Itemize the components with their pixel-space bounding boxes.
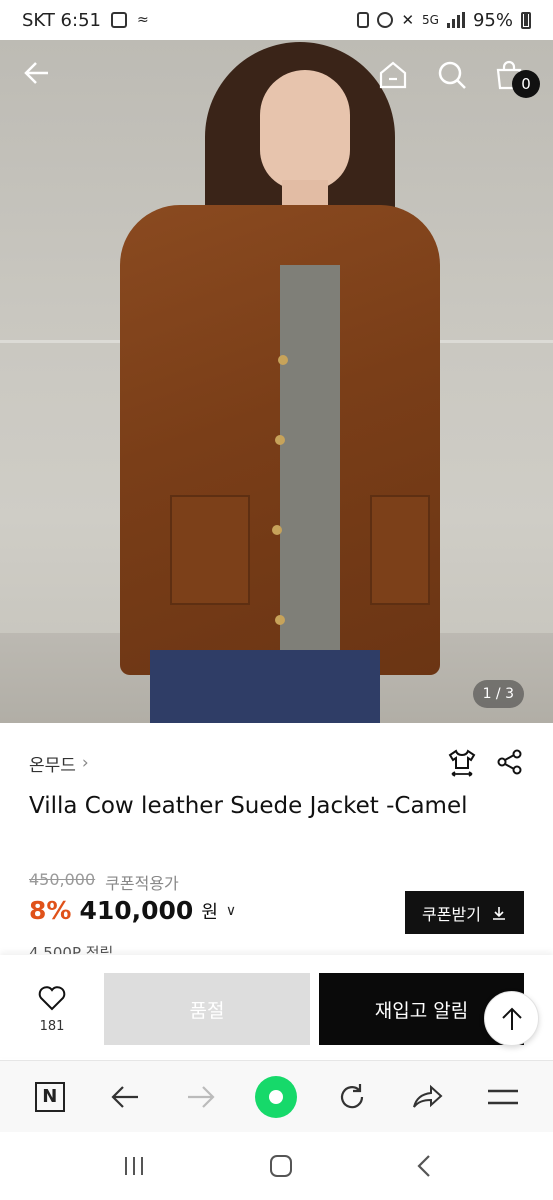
search-icon bbox=[438, 61, 466, 89]
brand-row: 온무드 › bbox=[29, 748, 524, 778]
heart-icon bbox=[38, 986, 66, 1011]
menu-icon bbox=[488, 1089, 519, 1104]
cart-count-badge: 0 bbox=[512, 70, 540, 98]
model-face bbox=[260, 70, 350, 190]
browser-back-icon bbox=[111, 1085, 139, 1108]
get-coupon-label: 쿠폰받기 bbox=[422, 904, 481, 924]
naver-n-icon: N bbox=[34, 1081, 65, 1112]
browser-forward-icon bbox=[187, 1085, 215, 1108]
coupon-price-label: 쿠폰적용가 bbox=[105, 874, 179, 893]
battery-icon bbox=[521, 11, 531, 29]
status-bar: SKT 6:51 ≈ ✕ 5G 95% bbox=[0, 0, 553, 40]
jacket-button bbox=[275, 615, 285, 625]
browser-back-button[interactable] bbox=[103, 1075, 147, 1119]
browser-forward-button[interactable] bbox=[179, 1075, 223, 1119]
soldout-label: 품절 bbox=[189, 999, 225, 1022]
app-icon bbox=[357, 12, 370, 28]
jacket-button bbox=[278, 355, 288, 365]
like-count: 181 bbox=[39, 1019, 65, 1034]
android-nav-bar bbox=[0, 1132, 553, 1200]
like-button[interactable]: 181 bbox=[28, 985, 76, 1034]
get-coupon-button[interactable]: 쿠폰받기 bbox=[405, 891, 524, 934]
reload-icon bbox=[340, 1083, 364, 1108]
product-title: Villa Cow leather Suede Jacket -Camel bbox=[29, 793, 468, 819]
menu-button[interactable] bbox=[481, 1075, 525, 1119]
arrow-up-icon bbox=[501, 1007, 522, 1030]
currency-label: 원 bbox=[201, 901, 218, 923]
discount-rate: 8% bbox=[29, 896, 72, 925]
price-row[interactable]: 8% 410,000 원 ∨ bbox=[29, 896, 236, 925]
search-button[interactable] bbox=[437, 60, 467, 90]
battery-percent: 95% bbox=[472, 9, 513, 31]
jacket-button bbox=[272, 525, 282, 535]
points-label: 4,500P 적립 bbox=[29, 944, 114, 954]
mute-icon: ✕ bbox=[401, 11, 415, 29]
alarm-icon bbox=[377, 12, 394, 28]
home-button[interactable] bbox=[378, 60, 408, 90]
chevron-right-icon: › bbox=[81, 753, 89, 773]
signal-icon bbox=[446, 12, 465, 28]
green-dot-icon bbox=[255, 1075, 298, 1118]
chevron-down-icon[interactable]: ∨ bbox=[226, 903, 236, 919]
home-icon bbox=[379, 61, 407, 89]
size-guide-icon[interactable] bbox=[448, 748, 476, 778]
share-page-button[interactable] bbox=[406, 1075, 450, 1119]
home-nav-icon[interactable] bbox=[269, 1154, 293, 1178]
original-price-row: 450,000 쿠폰적용가 bbox=[29, 870, 179, 894]
back-nav-icon[interactable] bbox=[416, 1154, 432, 1178]
brand-link[interactable]: 온무드 bbox=[29, 751, 76, 776]
naver-home-button[interactable]: N bbox=[28, 1075, 72, 1119]
purchase-bar: 181 품절 재입고 알림 bbox=[0, 955, 553, 1057]
product-image[interactable]: 0 1 / 3 bbox=[0, 40, 553, 723]
share-icon[interactable] bbox=[496, 748, 524, 776]
jacket-pocket-right bbox=[370, 495, 430, 605]
notification-icon: ≈ bbox=[136, 12, 149, 28]
recent-apps-icon[interactable] bbox=[122, 1155, 146, 1177]
model-jeans bbox=[150, 650, 380, 723]
gallery-icon bbox=[110, 12, 127, 28]
reload-button[interactable] bbox=[330, 1075, 374, 1119]
download-icon bbox=[492, 906, 505, 920]
sale-price: 410,000 bbox=[79, 896, 194, 925]
carrier-time: SKT 6:51 bbox=[22, 9, 101, 31]
jacket-opening bbox=[280, 265, 340, 675]
browser-toolbar: N bbox=[0, 1060, 553, 1132]
browser-home-button[interactable] bbox=[254, 1075, 298, 1119]
back-arrow-icon bbox=[24, 62, 48, 84]
suede-jacket bbox=[120, 205, 440, 675]
soldout-button: 품절 bbox=[104, 973, 310, 1045]
jacket-pocket-left bbox=[170, 495, 250, 605]
back-button[interactable] bbox=[22, 58, 52, 94]
network-label: 5G bbox=[422, 13, 439, 27]
image-pager: 1 / 3 bbox=[472, 680, 524, 708]
scroll-top-button[interactable] bbox=[484, 991, 539, 1046]
share-arrow-icon bbox=[412, 1084, 443, 1108]
jacket-button bbox=[275, 435, 285, 445]
original-price: 450,000 bbox=[29, 870, 96, 889]
restock-alert-label: 재입고 알림 bbox=[374, 999, 469, 1022]
